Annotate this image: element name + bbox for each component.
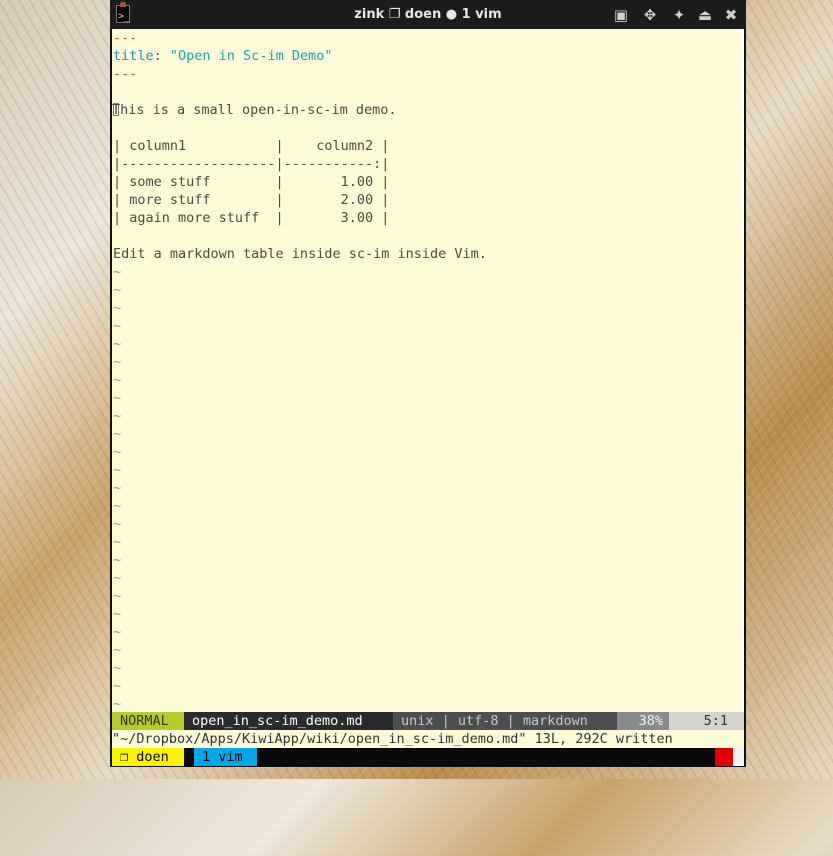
empty-line-tilde: ~ xyxy=(113,264,122,280)
right-edge xyxy=(741,29,744,712)
outro-line: Edit a markdown table inside sc-im insid… xyxy=(113,246,487,262)
title-value: "Open in Sc-im Demo" xyxy=(169,48,333,64)
empty-line-tilde: ~ xyxy=(113,696,122,712)
shade-icon[interactable]: ⏏ xyxy=(695,5,715,25)
intro-text: his is a small open-in-sc-im demo. xyxy=(120,102,397,118)
empty-line-tilde: ~ xyxy=(113,462,122,478)
frontmatter-open: --- xyxy=(113,30,138,46)
table-row: | again more stuff | 3.00 | xyxy=(113,210,390,226)
empty-line-tilde: ~ xyxy=(113,516,122,532)
empty-line-tilde: ~ xyxy=(113,552,122,568)
frontmatter-close: --- xyxy=(113,66,138,82)
statusline-position: 5:1 xyxy=(669,712,744,730)
restore-icon[interactable]: ▣ xyxy=(611,5,631,25)
empty-line-tilde: ~ xyxy=(113,588,122,604)
empty-line-tilde: ~ xyxy=(113,354,122,370)
empty-line-tilde: ~ xyxy=(113,372,122,388)
tmux-right-edge xyxy=(733,748,744,766)
tmux-alert-indicator xyxy=(715,748,733,766)
empty-line-tilde: ~ xyxy=(113,444,122,460)
move-icon[interactable]: ✥ xyxy=(640,5,660,25)
table-row: | more stuff | 2.00 | xyxy=(113,192,390,208)
tmux-window-tab[interactable]: 1 vim xyxy=(194,748,257,766)
vim-statusline: NORMAL open_in_sc-im_demo.md unix | utf-… xyxy=(112,712,744,730)
empty-line-tilde: ~ xyxy=(113,678,122,694)
tmux-session[interactable]: ❐ doen xyxy=(112,748,184,766)
close-icon[interactable]: ✖ xyxy=(721,5,741,25)
empty-line-tilde: ~ xyxy=(113,408,122,424)
title-colon: : xyxy=(153,48,170,64)
empty-line-tilde: ~ xyxy=(113,282,122,298)
empty-line-tilde: ~ xyxy=(113,624,122,640)
mode-indicator: NORMAL xyxy=(112,712,184,730)
statusline-percent: 38% xyxy=(617,712,669,730)
empty-line-tilde: ~ xyxy=(113,300,122,316)
empty-line-tilde: ~ xyxy=(113,534,122,550)
empty-line-tilde: ~ xyxy=(113,660,122,676)
terminal-window: >_ zink ❐ doen ● 1 vim ▣ ✥ ✦ ⏏ ✖ --- tit… xyxy=(110,0,746,767)
empty-line-tilde: ~ xyxy=(113,498,122,514)
empty-line-tilde: ~ xyxy=(113,426,122,442)
tmux-status-bar: ❐ doen 1 vim xyxy=(112,748,744,766)
statusline-filename: open_in_sc-im_demo.md xyxy=(184,712,393,730)
table-row: | some stuff | 1.00 | xyxy=(113,174,390,190)
vim-command-line[interactable]: "~/Dropbox/Apps/KiwiApp/wiki/open_in_sc-… xyxy=(112,730,744,748)
statusline-fileinfo: unix | utf-8 | markdown xyxy=(393,712,617,730)
vim-editor-buffer[interactable]: --- title: "Open in Sc-im Demo" --- This… xyxy=(112,29,744,712)
empty-line-tilde: ~ xyxy=(113,642,122,658)
empty-line-tilde: ~ xyxy=(113,318,122,334)
empty-line-tilde: ~ xyxy=(113,390,122,406)
table-row: |-------------------|-----------:| xyxy=(113,156,390,172)
empty-line-tilde: ~ xyxy=(113,336,122,352)
intro-first-char: T xyxy=(112,102,121,118)
frontmatter-title-line: title: "Open in Sc-im Demo" xyxy=(113,47,332,65)
empty-line-tilde: ~ xyxy=(113,480,122,496)
empty-line-tilde: ~ xyxy=(113,606,122,622)
title-key: title xyxy=(113,48,154,64)
empty-line-tilde: ~ xyxy=(113,570,122,586)
intro-line: This is a small open-in-sc-im demo. xyxy=(112,101,397,119)
table-row: | column1 | column2 | xyxy=(113,138,390,154)
window-titlebar[interactable]: >_ zink ❐ doen ● 1 vim ▣ ✥ ✦ ⏏ ✖ xyxy=(110,0,746,29)
pin-icon[interactable]: ✦ xyxy=(669,5,689,25)
